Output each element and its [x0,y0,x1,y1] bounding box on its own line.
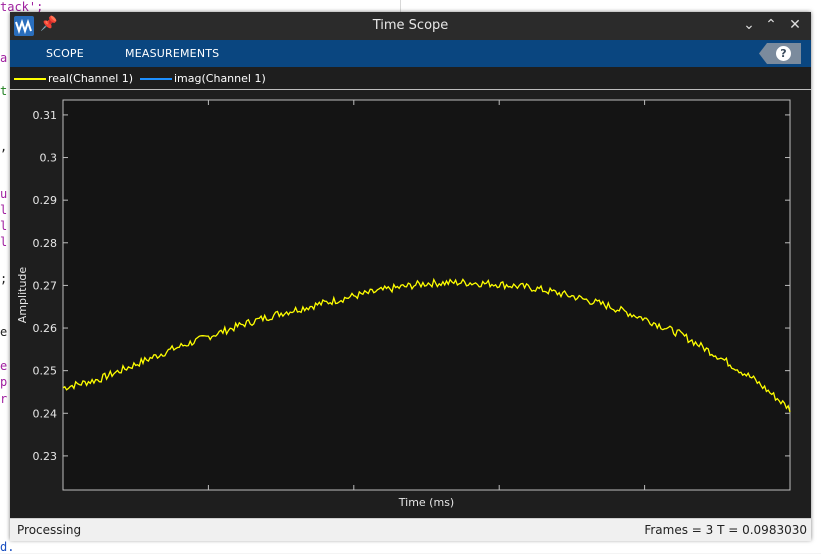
background-editor-link[interactable]: d. [0,540,14,554]
background-editor-right-pane [400,0,821,12]
y-tick-label: 0.27 [33,279,58,292]
x-axis-label: Time (ms) [398,496,454,509]
background-code-line: e [0,359,8,373]
plot-area[interactable]: 0.23 0.24 0.25 0.26 0.27 0.28 0.29 0.3 0.31 Time … [10,90,811,518]
status-frames-time: Frames = 3 T = 0.0983030 [644,523,807,537]
y-tick-label: 0.24 [33,407,58,420]
plot-axes-box [62,99,791,491]
time-scope-window: 📌 Time Scope ⌄ ⌃ ✕ SCOPE MEASUREMENTS ? … [10,12,811,541]
legend-swatch-imag [140,78,172,80]
title-bar[interactable]: 📌 Time Scope ⌄ ⌃ ✕ [10,12,811,40]
y-tick-label: 0.3 [40,152,58,165]
y-tick-label: 0.26 [33,322,58,335]
legend-label-real: real(Channel 1) [48,72,134,85]
y-tick-label: 0.28 [33,237,58,250]
legend-item-real[interactable]: real(Channel 1) [14,72,133,85]
tab-scope[interactable]: SCOPE [46,47,84,60]
maximize-button[interactable]: ⌃ [761,15,781,35]
tab-measurements[interactable]: MEASUREMENTS [125,47,219,60]
legend: real(Channel 1) imag(Channel 1) [10,67,811,90]
legend-item-imag[interactable]: imag(Channel 1) [140,72,266,85]
background-code-line: a [0,51,8,65]
window-title: Time Scope [372,18,449,33]
background-code-line: l [0,219,8,233]
help-button[interactable]: ? [759,43,801,64]
background-code-line: p [0,375,8,389]
help-icon: ? [776,46,791,61]
toolstrip: SCOPE MEASUREMENTS ? [10,40,811,67]
background-code-line: r [0,392,8,406]
background-code-line: u [0,187,8,201]
background-code-line: l [0,235,8,249]
status-processing: Processing [17,523,82,537]
background-code-line: t [0,84,8,98]
background-code-line: , [0,140,8,154]
y-tick-label: 0.29 [33,194,58,207]
background-code-line: l [0,203,8,217]
background-code-line: ; [0,272,8,286]
y-tick-label: 0.25 [33,365,58,378]
y-axis-label: Amplitude [16,267,29,324]
legend-swatch-real [14,78,46,80]
close-button[interactable]: ✕ [785,15,805,35]
y-tick-label: 0.23 [33,450,58,463]
status-bar: Processing Frames = 3 T = 0.0983030 [10,518,811,541]
minimize-button[interactable]: ⌄ [739,15,759,35]
time-plot[interactable]: 0.23 0.24 0.25 0.26 0.27 0.28 0.29 0.3 0.31 Time … [10,90,811,518]
background-code-line: e [0,325,8,339]
legend-label-imag: imag(Channel 1) [174,72,266,85]
y-tick-label: 0.31 [33,109,58,122]
